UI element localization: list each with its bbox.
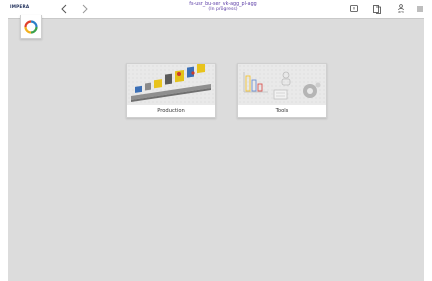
pages-icon (373, 4, 381, 14)
menu-icon (417, 6, 423, 12)
chat-icon (350, 5, 358, 12)
tools-collage-icon (243, 71, 321, 100)
pages-button[interactable] (371, 3, 383, 15)
production-image (127, 64, 215, 105)
ring-logo-icon (24, 19, 38, 34)
tile-label: Tools (275, 108, 289, 114)
forward-button[interactable] (78, 1, 92, 17)
tile-production[interactable]: Production (126, 63, 216, 118)
user-button[interactable]: am (395, 3, 407, 15)
app-window: IMPERA fs-usr_bu-ser_vk-agg_pl-agg (In p… (8, 0, 424, 281)
menu-button[interactable] (416, 3, 424, 15)
tools-image (238, 64, 326, 105)
user-label: am (398, 10, 404, 14)
status-text: (In progress) (208, 7, 238, 12)
chevron-left-icon (61, 4, 67, 14)
chat-button[interactable] (348, 3, 360, 15)
chevron-right-icon (82, 4, 88, 14)
production-line-icon (131, 64, 211, 102)
top-bar: IMPERA fs-usr_bu-ser_vk-agg_pl-agg (In p… (8, 0, 424, 19)
brand-name: IMPERA (10, 4, 30, 9)
tile-tools[interactable]: Tools (237, 63, 327, 118)
page-title: fs-usr_bu-ser_vk-agg_pl-agg (In progress… (168, 2, 278, 12)
app-logo[interactable] (20, 15, 42, 39)
back-button[interactable] (57, 1, 71, 17)
tile-label: Production (157, 108, 185, 114)
